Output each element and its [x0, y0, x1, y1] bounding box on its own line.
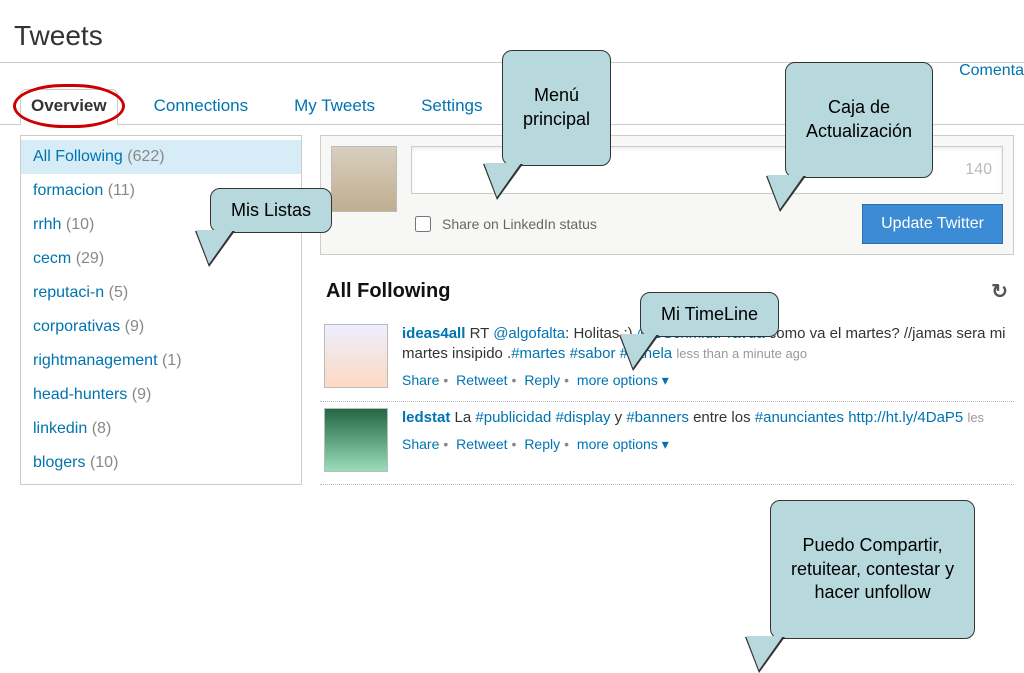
tweet-action-reply[interactable]: Reply	[524, 372, 560, 388]
tweet-link[interactable]: http://ht.ly/4DaP5	[844, 409, 963, 426]
share-linkedin-text: Share on LinkedIn status	[442, 216, 597, 232]
tweet-avatar	[324, 408, 388, 472]
tweet-text: y	[611, 409, 627, 426]
tweet-action-retweet[interactable]: Retweet	[456, 436, 507, 452]
tweet-actions: Share• Retweet• Reply• more options ▾	[402, 371, 1010, 390]
sidebar-item-head-hunters[interactable]: head-hunters (9)	[21, 378, 301, 412]
sidebar-item-count: (29)	[76, 250, 104, 267]
sidebar-item-label: cecm	[33, 250, 71, 267]
tweet-text: entre los	[689, 409, 755, 426]
sidebar-item-linkedin[interactable]: linkedin (8)	[21, 412, 301, 446]
callout-mi-timeline: Mi TimeLine	[640, 292, 779, 337]
sidebar-item-reputacion[interactable]: reputaci-n (5)	[21, 276, 301, 310]
sidebar-item-count: (9)	[125, 318, 145, 335]
tweet-hashtags[interactable]: #publicidad #display	[475, 409, 610, 426]
sidebar-item-label: head-hunters	[33, 386, 127, 403]
tab-mytweets[interactable]: My Tweets	[284, 90, 385, 124]
sidebar-item-count: (622)	[127, 148, 164, 165]
sidebar-item-label: formacion	[33, 182, 103, 199]
refresh-icon[interactable]: ↻	[991, 279, 1008, 304]
sidebar-item-rightmanagement[interactable]: rightmanagement (1)	[21, 344, 301, 378]
tweet-time: les	[967, 410, 984, 425]
tweet-text: La	[455, 409, 476, 426]
sidebar-item-count: (1)	[162, 352, 182, 369]
sidebar-item-label: rrhh	[33, 216, 61, 233]
tweet-body: ledstat La #publicidad #display y #banne…	[402, 408, 1010, 472]
tweet-hashtags[interactable]: #banners	[626, 409, 689, 426]
callout-actions: Puedo Compartir, retuitear, contestar y …	[770, 500, 975, 639]
sidebar-item-count: (11)	[108, 182, 135, 199]
sidebar-item-count: (9)	[132, 386, 152, 403]
tweet-action-reply[interactable]: Reply	[524, 436, 560, 452]
tab-overview-label: Overview	[31, 96, 107, 115]
comments-link[interactable]: Comenta	[959, 62, 1024, 80]
sidebar-item-count: (10)	[90, 454, 118, 471]
tweet-action-more[interactable]: more options ▾	[577, 372, 669, 388]
sidebar-item-count: (10)	[66, 216, 94, 233]
tweet-text: RT	[470, 325, 494, 342]
sidebar-item-label: blogers	[33, 454, 85, 471]
tab-settings-label: Settings	[421, 96, 482, 115]
sidebar-item-label: All Following	[33, 148, 123, 165]
tweet-author[interactable]: ideas4all	[402, 325, 465, 342]
sidebar-item-corporativas[interactable]: corporativas (9)	[21, 310, 301, 344]
timeline-header-text: All Following	[326, 280, 450, 303]
sidebar-item-label: rightmanagement	[33, 352, 158, 369]
share-linkedin-label[interactable]: Share on LinkedIn status	[411, 213, 597, 235]
sidebar-item-cecm[interactable]: cecm (29)	[21, 242, 301, 276]
tweet-mention[interactable]: @algofalta	[493, 325, 565, 342]
callout-text: Caja de Actualización	[806, 97, 912, 140]
callout-caja-actualizacion: Caja de Actualización	[785, 62, 933, 178]
page-title-text: Tweets	[14, 20, 103, 51]
callout-text: Menú principal	[523, 85, 590, 128]
sidebar-item-label: linkedin	[33, 420, 87, 437]
tweet-action-retweet[interactable]: Retweet	[456, 372, 507, 388]
tweet-hashtags[interactable]: #anunciantes	[755, 409, 844, 426]
sidebar-item-all-following[interactable]: All Following (622)	[21, 140, 301, 174]
sidebar-item-blogers[interactable]: blogers (10)	[21, 446, 301, 480]
callout-menu-principal: Menú principal	[502, 50, 611, 166]
tweet-action-share[interactable]: Share	[402, 436, 439, 452]
share-linkedin-checkbox[interactable]	[415, 216, 431, 232]
sidebar-item-count: (8)	[92, 420, 112, 437]
tab-connections-label: Connections	[154, 96, 249, 115]
char-count: 140	[965, 161, 992, 179]
callout-mis-listas: Mis Listas	[210, 188, 332, 233]
callout-text: Mis Listas	[231, 200, 311, 220]
tweet-actions: Share• Retweet• Reply• more options ▾	[402, 435, 1010, 454]
tweet-time: less than a minute ago	[676, 346, 807, 361]
callout-text: Mi TimeLine	[661, 304, 758, 324]
update-twitter-button-label: Update Twitter	[881, 215, 984, 232]
profile-avatar	[331, 146, 397, 212]
callout-text: Puedo Compartir, retuitear, contestar y …	[791, 535, 954, 602]
tab-connections[interactable]: Connections	[144, 90, 259, 124]
tweet-author[interactable]: ledstat	[402, 409, 450, 426]
sidebar-item-label: corporativas	[33, 318, 120, 335]
tab-settings[interactable]: Settings	[411, 90, 492, 124]
tweet-action-more[interactable]: more options ▾	[577, 436, 669, 452]
update-actions: Share on LinkedIn status Update Twitter	[411, 204, 1003, 244]
sidebar-item-label: reputaci-n	[33, 284, 104, 301]
tab-mytweets-label: My Tweets	[294, 96, 375, 115]
tweet-row: ledstat La #publicidad #display y #banne…	[320, 402, 1014, 485]
sidebar-item-count: (5)	[109, 284, 129, 301]
tab-overview[interactable]: Overview	[20, 89, 118, 125]
tweet-action-share[interactable]: Share	[402, 372, 439, 388]
tweet-avatar	[324, 324, 388, 388]
update-twitter-button[interactable]: Update Twitter	[862, 204, 1003, 244]
